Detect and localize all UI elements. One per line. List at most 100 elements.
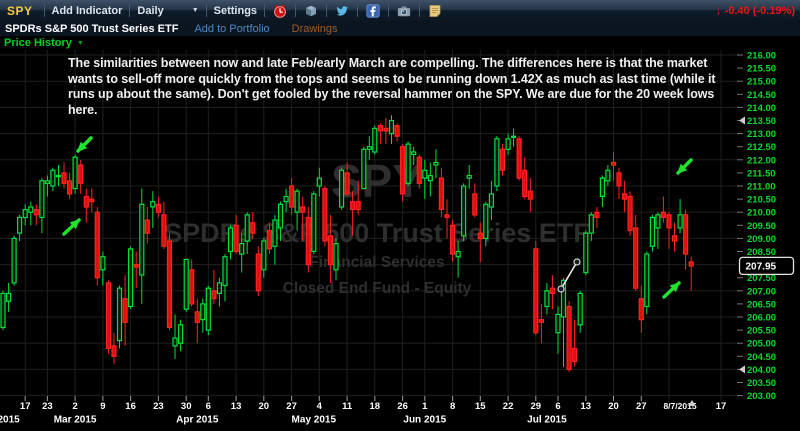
price-axis-label: 206.00 [747,313,776,324]
date-axis-label: 8 [450,401,455,412]
candlestick [444,214,450,219]
candlestick [494,138,500,187]
arrow-drawing[interactable] [76,136,93,153]
price-history-dropdown[interactable]: Price History [4,37,72,49]
price-axis-label: 204.00 [747,365,776,376]
date-axis-label: 27 [636,401,647,412]
candlestick [472,193,478,216]
symbol-subbar: SPDRs S&P 500 Trust Series ETF Add to Po… [0,21,800,36]
candlestick [178,324,184,344]
candlestick [516,138,522,179]
divider [388,4,390,17]
date-axis-label: 27 [286,401,297,412]
arrow-drawing[interactable] [662,281,681,299]
candlestick [333,243,339,271]
axis-arrow-marker [739,365,745,374]
candlestick [627,195,633,232]
date-axis-label: 22 [503,401,514,412]
candlestick [677,214,683,229]
candlestick [377,125,383,132]
twitter-icon[interactable] [334,3,350,19]
candlestick [205,287,211,331]
chevron-down-icon[interactable]: ▼ [77,40,84,47]
date-axis-label: 23 [42,401,53,412]
main-toolbar: SPY Add Indicator Daily ▼ Settings ↓ -0.… [0,0,800,21]
candlestick [266,229,272,250]
chart-text-annotation[interactable]: The similarities between now and late Fe… [68,56,720,118]
candlestick [433,161,439,166]
candlestick [183,258,189,310]
candlestick [311,193,317,253]
price-axis-label: 203.00 [747,391,776,402]
candlestick [216,282,222,294]
trading-app-window: SPY Add Indicator Daily ▼ Settings ↓ -0.… [0,0,800,431]
price-axis-label: 212.00 [747,155,776,166]
candlestick [128,248,134,308]
candlestick [289,185,295,208]
candlestick [649,216,656,247]
divider [295,4,297,17]
arrow-drawing[interactable] [62,218,81,236]
chevron-down-icon[interactable]: ▼ [192,7,199,14]
down-arrow-icon: ↓ [715,3,722,17]
arrow-drawing[interactable] [676,158,693,175]
price-axis-label: 207.00 [747,286,776,297]
candlestick [166,240,173,329]
date-axis-label: 18 [370,401,381,412]
symbol-label[interactable]: SPY [7,4,33,18]
candlestick [671,235,678,242]
candlestick [144,219,150,234]
candlestick [466,174,472,179]
candlestick [344,172,350,195]
date-axis-label: 17 [20,401,31,412]
candlestick [555,313,561,334]
month-axis-label: Apr 2015 [176,415,219,426]
candlestick [5,292,12,302]
candlestick [366,146,372,150]
candlestick [50,169,56,187]
trendline-handle[interactable] [573,258,581,266]
candlestick [227,227,234,253]
divider [419,4,421,17]
candlestick [549,287,556,294]
candlestick [316,177,322,187]
add-indicator-button[interactable]: Add Indicator [52,5,123,17]
candlestick [161,214,167,247]
candlestick [660,211,667,218]
candlestick [655,214,661,229]
facebook-icon[interactable] [365,3,381,19]
camera-icon[interactable] [396,3,412,19]
add-to-portfolio-button[interactable]: Add to Portfolio [194,23,269,35]
candlestick [511,135,517,138]
alarm-clock-icon[interactable] [272,3,288,19]
sticky-note-icon[interactable] [427,3,443,19]
drawings-button[interactable]: Drawings [292,23,338,35]
candlestick [89,198,95,203]
price-axis-label: 209.50 [747,221,776,232]
candlestick [599,177,606,198]
date-axis-label: 15 [475,401,486,412]
candlestick [55,174,62,178]
month-axis-label: Jun 2015 [403,415,446,426]
date-axis-label: 26 [397,401,408,412]
trendline-handle[interactable] [557,285,565,293]
trendline-drawing[interactable] [560,261,578,290]
candlestick [405,143,411,184]
cube-icon[interactable] [303,3,319,19]
candlestick [283,195,289,203]
candlestick [427,174,433,182]
price-axis-label: 216.00 [747,51,776,62]
date-axis-label: 30 [181,401,192,412]
candlestick [610,161,617,166]
candlestick [339,169,345,208]
timeframe-dropdown[interactable]: Daily [137,5,163,17]
candlestick [438,177,444,211]
candlestick [261,240,267,271]
candlestick [105,282,112,349]
date-axis-label: 16 [125,401,136,412]
candlestick [100,256,106,271]
settings-button[interactable]: Settings [214,5,257,17]
price-axis-label: 210.50 [747,195,776,206]
candlestick [250,222,256,234]
candlestick [116,287,123,342]
